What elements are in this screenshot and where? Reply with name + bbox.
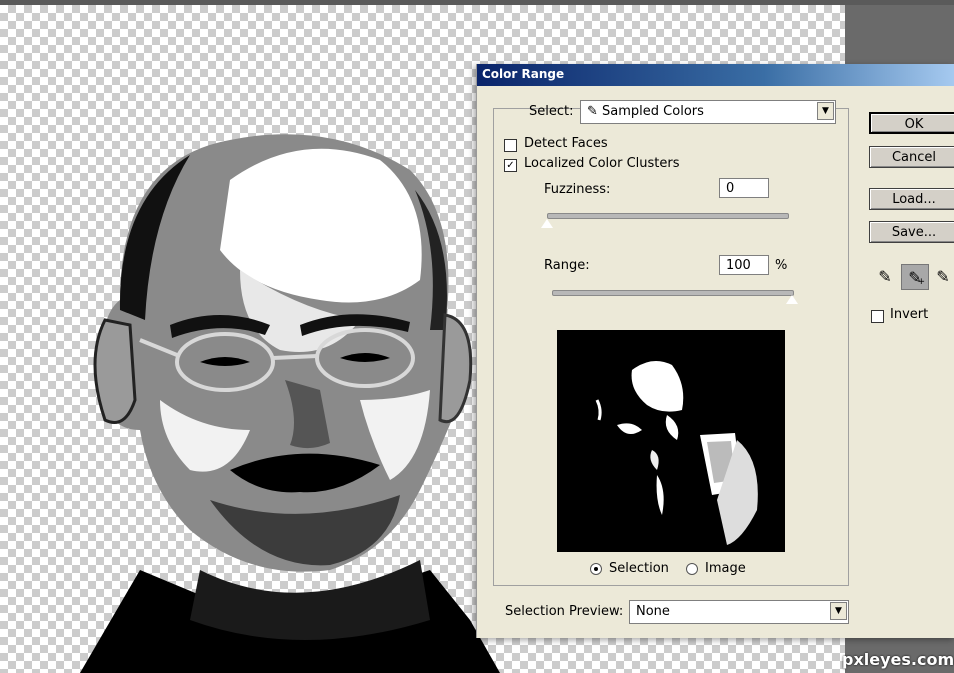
select-label: Select: [529,104,574,119]
fuzziness-slider-thumb[interactable] [540,218,554,229]
dialog-title: Color Range [482,67,565,81]
ok-button[interactable]: OK [869,112,954,134]
check-icon: ✓ [506,160,515,171]
dialog-titlebar[interactable]: Color Range [477,64,954,86]
chevron-down-icon[interactable]: ▼ [830,602,847,620]
selection-mask-image [595,361,758,545]
fuzziness-slider-track[interactable] [547,213,789,219]
selection-preview-dropdown[interactable]: None ▼ [629,600,849,624]
localized-color-clusters-checkbox[interactable]: ✓ [504,159,517,172]
eyedropper-icon[interactable]: ✎ [871,264,899,290]
fuzziness-value: 0 [726,181,735,196]
image-radio-label: Image [705,561,746,576]
select-dropdown[interactable]: ✎ Sampled Colors ▼ [580,100,836,124]
load-button[interactable]: Load... [869,188,954,210]
selection-preview-value: None [636,604,670,619]
selection-radio[interactable] [590,563,602,575]
chevron-down-icon[interactable]: ▼ [817,102,834,120]
localized-color-clusters-label: Localized Color Clusters [524,156,680,171]
eyedropper-plus-icon[interactable]: ✎ + [901,264,929,290]
select-value: ✎ Sampled Colors [587,104,704,119]
range-slider-track[interactable] [552,290,794,296]
invert-label: Invert [890,307,929,322]
eyedropper-icon: ✎ [587,104,598,119]
detect-faces-checkbox[interactable] [504,139,517,152]
eyedropper-minus-icon[interactable]: ✎ [932,264,954,290]
fuzziness-label: Fuzziness: [544,182,611,197]
select-value-text: Sampled Colors [602,104,704,119]
fuzziness-input[interactable]: 0 [719,178,769,198]
detect-faces-label: Detect Faces [524,136,608,151]
range-unit: % [775,258,788,273]
range-input[interactable]: 100 [719,255,769,275]
invert-checkbox[interactable] [871,310,884,323]
selection-radio-label: Selection [609,561,669,576]
image-radio[interactable] [686,563,698,575]
range-value: 100 [726,258,751,273]
selection-preview-thumbnail [557,330,785,552]
range-slider-thumb[interactable] [785,294,799,305]
save-button[interactable]: Save... [869,221,954,243]
selection-preview-label: Selection Preview: [505,604,624,619]
range-label: Range: [544,258,590,273]
color-range-dialog[interactable]: Color Range Select: ✎ Sampled Colors ▼ D… [476,64,954,638]
watermark: pxleyes.com [842,650,954,669]
cancel-button[interactable]: Cancel [869,146,954,168]
